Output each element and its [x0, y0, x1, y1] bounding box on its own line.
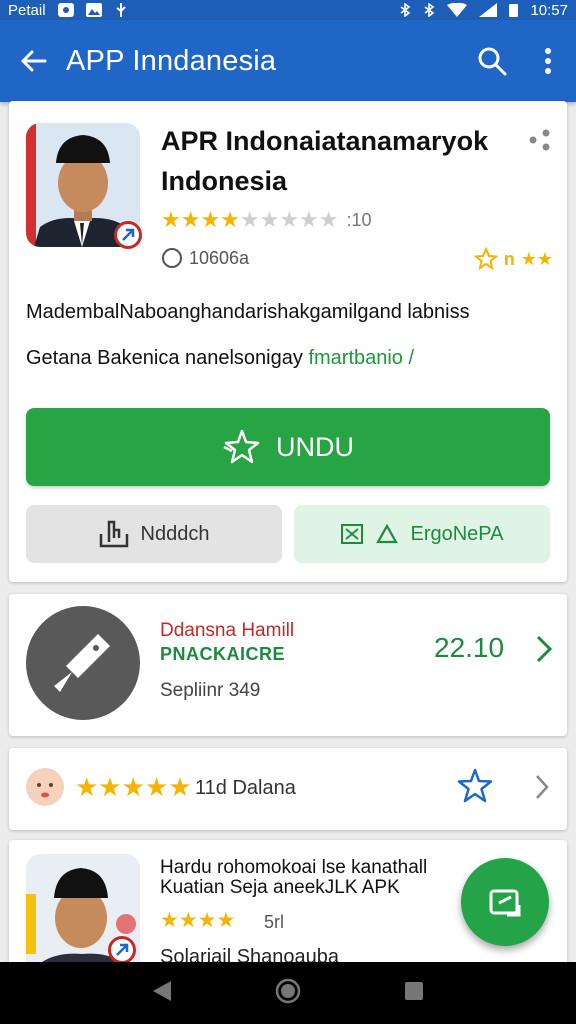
triangle-back-icon [152, 980, 171, 1001]
verified-badge-icon [108, 936, 136, 964]
image-box-icon [341, 524, 364, 544]
tool-app-icon [26, 606, 140, 720]
related-app-card[interactable]: Ddansna Hamill PNACKAICRE Sepliinr 349 2… [9, 594, 567, 736]
arrow-back-icon [21, 50, 47, 72]
rating-count: :10 [346, 209, 372, 230]
carrier-label: Petail [8, 1, 46, 19]
download-count-icon [162, 248, 182, 268]
star-outline-icon [473, 247, 498, 271]
more-app-title: Hardu rohomokoai lse kanathall Kuatian S… [160, 858, 460, 898]
floating-action-button[interactable] [461, 858, 549, 946]
signal-icon [479, 3, 498, 17]
more-options-button[interactable] [520, 20, 576, 102]
install-button[interactable]: UNDU [26, 408, 550, 486]
search-icon [478, 47, 507, 76]
status-bar: Petail 10:57 [0, 0, 576, 20]
rating-card-label: 11d Dalana [195, 777, 296, 799]
more-app-rating: 5rl [264, 912, 285, 932]
image-notification-icon [85, 3, 102, 17]
description-text: Getana Bakenica nanelsonigay [26, 347, 303, 369]
related-app-value: 22.10 [434, 632, 505, 663]
favorite-button[interactable]: n ★★ [473, 247, 553, 271]
nav-back-button[interactable] [151, 979, 173, 1008]
app-description-line2: Getana Bakenica nanelsonigay fmartbanio … [26, 347, 414, 370]
related-app-title: Ddansna Hamill [160, 620, 295, 641]
vibrate-icon [423, 3, 435, 17]
favorite-label: n [503, 248, 515, 269]
chevron-right-icon [535, 774, 549, 805]
install-button-label: UNDU [276, 431, 354, 462]
bluetooth-icon [399, 3, 411, 17]
more-app-title-line1: Hardu rohomokoai lse kanathall [160, 857, 428, 878]
square-recents-icon [405, 981, 424, 1000]
more-app-title-line2: Kuatian Seja aneekJLK APK [160, 877, 400, 898]
nav-home-button[interactable] [274, 977, 302, 1010]
rating-stars: ★★★★★★★★★ [161, 207, 339, 232]
downloads-count: 10606a [189, 247, 250, 268]
favorite-stars: ★★ [520, 248, 553, 269]
nav-recents-button[interactable] [403, 980, 425, 1007]
circle-home-icon [275, 978, 301, 1003]
back-button[interactable] [0, 20, 66, 102]
page-title: APP Inndanesia [66, 44, 277, 77]
open-external-icon [489, 889, 521, 917]
related-app-meta: Sepliinr 349 [160, 680, 261, 701]
secondary-left-label: Ndddch [140, 522, 210, 545]
usb-icon [114, 3, 128, 17]
system-nav-bar [0, 962, 576, 1024]
sparkle-star-icon [223, 429, 260, 464]
share-button[interactable] [529, 129, 551, 156]
app-bar: APP Inndanesia [0, 20, 576, 102]
rating-card[interactable]: ★★★★★ 11d Dalana [9, 748, 567, 830]
share-icon [529, 129, 550, 151]
more-app-stars: ★★★★ [160, 909, 236, 932]
more-vert-icon [545, 48, 551, 74]
hand-icon [99, 520, 128, 548]
verified-badge-icon [114, 221, 142, 249]
battery-icon [509, 3, 519, 17]
app-description-line1: MadembalNaboanghandarishakgamilgand labn… [26, 301, 470, 323]
wifi-icon [447, 3, 468, 17]
secondary-right-button[interactable]: ErgoNePA [294, 505, 550, 563]
star-sparkle-icon [457, 768, 493, 803]
description-link[interactable]: fmartbanio / [308, 347, 414, 369]
rating-row: ★★★★★★★★★ :10 [161, 207, 372, 233]
rating-stars-large: ★★★★★ [75, 772, 192, 802]
notification-icon [57, 3, 74, 17]
rate-button[interactable] [457, 768, 493, 809]
app-detail-card: APR Indonaiatanamaryok Indonesia ★★★★★★★… [9, 101, 567, 582]
app-title: APR Indonaiatanamaryok Indonesia [161, 126, 489, 196]
related-app-subtitle: PNACKAICRE [160, 644, 286, 664]
secondary-right-label: ErgoNePA [410, 522, 504, 545]
user-face-icon [26, 768, 64, 806]
chevron-right-icon [535, 634, 553, 669]
clock: 10:57 [530, 1, 568, 19]
secondary-left-button[interactable]: Ndddch [26, 505, 282, 563]
search-button[interactable] [464, 20, 520, 102]
warning-triangle-icon [376, 524, 399, 544]
downloads-row: 10606a [161, 247, 249, 269]
